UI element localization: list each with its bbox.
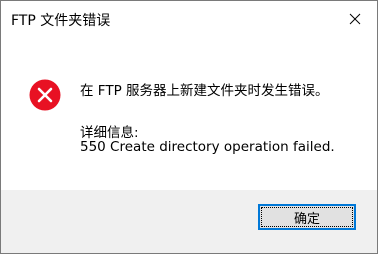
ok-button[interactable]: 确定 — [258, 204, 356, 230]
close-icon — [349, 13, 361, 25]
error-dialog: FTP 文件夹错误 在 FTP 服务器上新建文件夹时发生错误。 详细信息: 55… — [0, 0, 378, 254]
title-bar[interactable]: FTP 文件夹错误 — [1, 1, 377, 37]
error-message: 在 FTP 服务器上新建文件夹时发生错误。 — [80, 83, 329, 99]
button-bar: 确定 — [1, 190, 377, 253]
close-button[interactable] — [333, 1, 377, 37]
details-text: 550 Create directory operation failed. — [80, 139, 335, 155]
window-title: FTP 文件夹错误 — [11, 13, 111, 29]
ok-button-label: 确定 — [293, 211, 320, 227]
details-label: 详细信息: — [80, 125, 139, 141]
dialog-content: 在 FTP 服务器上新建文件夹时发生错误。 详细信息: 550 Create d… — [1, 37, 377, 190]
error-icon — [29, 79, 61, 111]
